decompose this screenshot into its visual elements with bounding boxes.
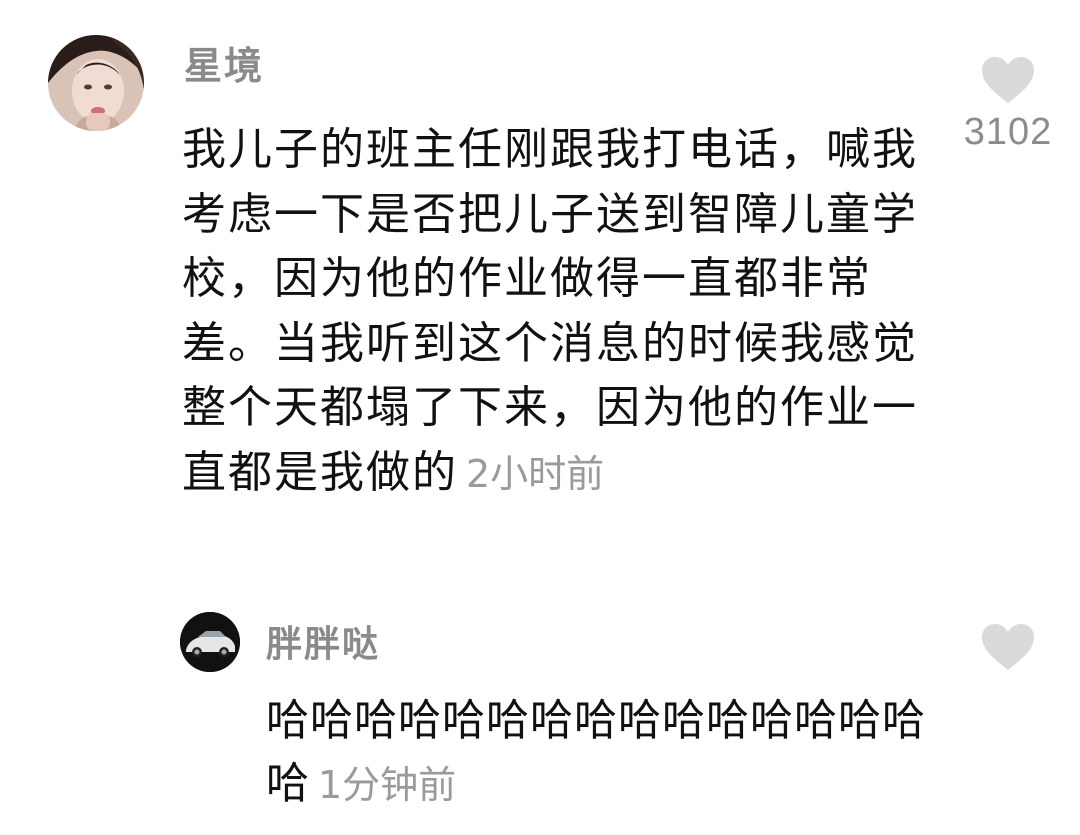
avatar-photo	[180, 612, 240, 672]
reply-text: 哈哈哈哈哈哈哈哈哈哈哈哈哈哈哈哈 1分钟前	[266, 690, 956, 817]
comment-body: 我儿子的班主任刚跟我打电话，喊我考虑一下是否把儿子送到智障儿童学校，因为他的作业…	[182, 124, 918, 498]
comment-username[interactable]: 星境	[184, 42, 264, 90]
like-count: 3102	[963, 111, 1053, 153]
avatar-photo	[48, 35, 144, 131]
reply-timestamp: 1分钟前	[318, 763, 457, 807]
comment-item: 星境 我儿子的班主任刚跟我打电话，喊我考虑一下是否把儿子送到智障儿童学校，因为他…	[0, 0, 1080, 600]
reply-avatar[interactable]	[180, 612, 240, 672]
reply-like-button[interactable]	[980, 622, 1036, 678]
comment-timestamp: 2小时前	[466, 451, 605, 496]
heart-icon	[982, 57, 1034, 103]
reply-username[interactable]: 胖胖哒	[266, 622, 380, 668]
like-button[interactable]: 3102	[960, 55, 1056, 165]
comment-text: 我儿子的班主任刚跟我打电话，喊我考虑一下是否把儿子送到智障儿童学校，因为他的作业…	[182, 118, 922, 506]
heart-icon	[982, 624, 1034, 670]
user-avatar[interactable]	[48, 35, 144, 131]
